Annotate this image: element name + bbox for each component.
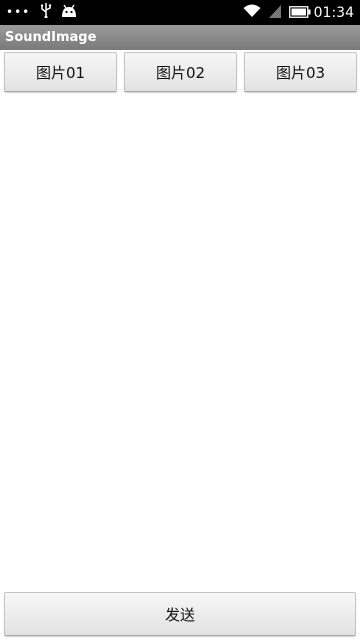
usb-icon [40, 3, 52, 22]
status-bar-left: ••• [6, 0, 86, 25]
wifi-icon [243, 3, 261, 22]
overflow-dots-icon: ••• [6, 5, 31, 19]
send-button[interactable]: 发送 [4, 592, 356, 636]
image-01-button[interactable]: 图片01 [4, 52, 117, 92]
app-title: SoundImage [0, 25, 360, 50]
status-bar-right: 01:34 [243, 0, 354, 25]
image-03-button[interactable]: 图片03 [244, 52, 357, 92]
battery-icon [288, 3, 311, 22]
signal-icon [268, 3, 281, 22]
status-bar: ••• 01:34 [0, 0, 360, 25]
android-icon [60, 3, 78, 22]
image-02-button[interactable]: 图片02 [124, 52, 237, 92]
status-time: 01:34 [313, 4, 354, 21]
